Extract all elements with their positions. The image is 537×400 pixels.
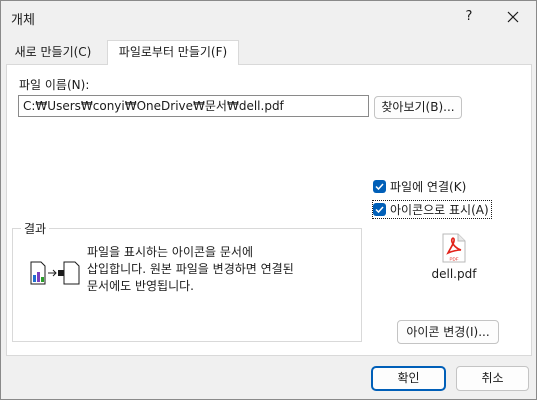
insert-object-dialog: 개체 ? 새로 만들기(C) 파일로부터 만들기(F) 파일 이름(N): C:…: [0, 0, 537, 400]
file-name-label: 파일 이름(N):: [19, 78, 90, 92]
check-icon: [375, 206, 384, 213]
link-to-file-option[interactable]: 파일에 연결(K): [373, 178, 466, 195]
help-button[interactable]: ?: [446, 1, 492, 33]
pdf-badge-text: PDF: [450, 257, 459, 262]
tab-create-new-label: 새로 만들기(C): [14, 45, 92, 59]
display-as-icon-option[interactable]: 아이콘으로 표시(A): [372, 200, 492, 219]
browse-button[interactable]: 찾아보기(B)...: [374, 96, 462, 119]
display-as-icon-checkbox[interactable]: [373, 203, 386, 216]
icon-preview-filename: dell.pdf: [431, 267, 477, 281]
link-to-file-label: 파일에 연결(K): [390, 180, 467, 194]
icon-preview: PDF dell.pdf: [425, 233, 483, 281]
display-as-icon-label: 아이콘으로 표시(A): [390, 203, 489, 217]
embed-icon-diagram: [30, 261, 80, 285]
result-group: 결과 파일을 표시하는 아이콘을 문서에 삽입합니다. 원본 파일을 변경하면 …: [12, 220, 362, 342]
dialog-title: 개체: [11, 13, 35, 28]
result-legend: 결과: [21, 220, 50, 237]
ok-button[interactable]: 확인: [371, 366, 446, 391]
link-to-file-checkbox[interactable]: [373, 180, 386, 193]
pdf-file-icon: PDF: [442, 233, 466, 263]
tab-create-from-file[interactable]: 파일로부터 만들기(F): [107, 40, 239, 65]
tab-create-new[interactable]: 새로 만들기(C): [5, 41, 101, 63]
cancel-button[interactable]: 취소: [456, 366, 529, 391]
file-path-input[interactable]: C:₩Users₩conyi₩OneDrive₩문서₩dell.pdf: [18, 95, 369, 117]
result-description: 파일을 표시하는 아이콘을 문서에 삽입합니다. 원본 파일을 변경하면 연결된…: [87, 245, 294, 293]
close-button[interactable]: [490, 1, 536, 33]
tab-create-from-file-label: 파일로부터 만들기(F): [118, 45, 228, 59]
change-icon-button[interactable]: 아이콘 변경(I)...: [397, 320, 499, 344]
title-bar: 개체 ?: [1, 1, 536, 33]
check-icon: [375, 183, 384, 190]
close-icon: [507, 11, 519, 23]
tab-panel: 파일 이름(N): C:₩Users₩conyi₩OneDrive₩문서₩del…: [6, 64, 532, 356]
